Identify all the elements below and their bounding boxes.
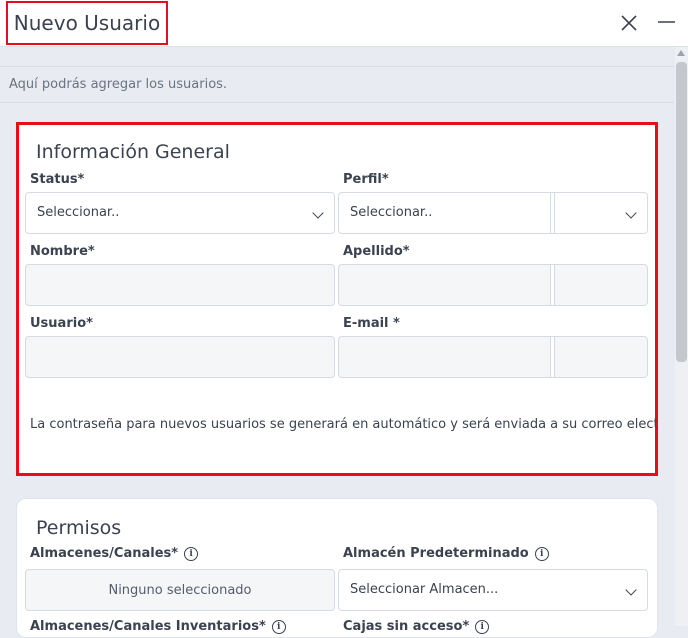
almacen-predeterminado-label-text: Almacén Predeterminado [343, 546, 529, 561]
email-input[interactable] [338, 336, 648, 378]
field-divider [554, 193, 555, 233]
usuario-label: Usuario* [30, 316, 93, 331]
almacenes-multiselect[interactable]: Ninguno seleccionado [25, 569, 335, 611]
nombre-label: Nombre* [30, 244, 95, 259]
info-icon[interactable]: i [271, 619, 286, 634]
general-info-card: Información General Status* Seleccionar.… [16, 122, 658, 476]
apellido-input[interactable] [338, 264, 648, 306]
chevron-down-icon [625, 584, 637, 596]
almacenes-inventarios-label-text: Almacenes/Canales Inventarios* [30, 619, 266, 634]
info-icon[interactable]: i [475, 619, 490, 634]
permisos-title: Permisos [36, 517, 122, 539]
almacen-predeterminado-label: Almacén Predeterminado i [343, 546, 549, 561]
usuario-input[interactable] [25, 336, 335, 378]
perfil-label-text: Perfil* [343, 172, 389, 187]
status-select[interactable]: Seleccionar.. [25, 192, 335, 234]
modal-description: Aquí podrás agregar los usuarios. [0, 66, 674, 103]
almacen-predeterminado-value: Seleccionar Almacen... [350, 582, 499, 597]
modal-title-text: Nuevo Usuario [13, 11, 161, 35]
almacenes-multiselect-value: Ninguno seleccionado [108, 583, 252, 598]
perfil-select[interactable]: Seleccionar.. [338, 192, 648, 234]
email-label: E-mail * [343, 316, 400, 331]
field-divider [554, 337, 555, 377]
permisos-card: Permisos Almacenes/Canales* i Ninguno se… [16, 498, 658, 638]
description-text: Aquí podrás agregar los usuarios. [9, 77, 228, 92]
modal-title: Nuevo Usuario [6, 1, 168, 45]
scrollbar-thumb[interactable] [676, 62, 687, 362]
info-icon[interactable]: i [184, 546, 199, 561]
perfil-select-value: Seleccionar.. [350, 205, 433, 220]
info-icon[interactable]: i [534, 546, 549, 561]
chevron-down-icon [312, 207, 324, 219]
password-note: La contraseña para nuevos usuarios se ge… [30, 417, 658, 432]
usuario-label-text: Usuario* [30, 316, 93, 331]
minimize-icon[interactable] [656, 12, 676, 32]
perfil-label: Perfil* [343, 172, 389, 187]
almacenes-inventarios-label: Almacenes/Canales Inventarios* i [30, 619, 286, 634]
apellido-label-text: Apellido* [343, 244, 410, 259]
status-select-value: Seleccionar.. [37, 205, 120, 220]
modal-header: Nuevo Usuario [0, 0, 688, 47]
scroll-up-arrow-icon[interactable] [677, 50, 685, 56]
close-icon[interactable] [618, 12, 640, 34]
chevron-down-icon [625, 207, 637, 219]
status-label: Status* [30, 172, 84, 187]
cajas-label-text: Cajas sin acceso* [343, 619, 470, 634]
general-info-title: Información General [36, 141, 230, 163]
field-divider [554, 265, 555, 305]
status-label-text: Status* [30, 172, 85, 187]
almacenes-label-text: Almacenes/Canales* [30, 546, 179, 561]
nombre-input[interactable] [25, 264, 335, 306]
almacenes-label: Almacenes/Canales* i [30, 546, 199, 561]
cajas-label: Cajas sin acceso* i [343, 619, 490, 634]
apellido-label: Apellido* [343, 244, 410, 259]
email-label-text: E-mail * [343, 316, 400, 331]
almacen-predeterminado-select[interactable]: Seleccionar Almacen... [338, 569, 648, 611]
nombre-label-text: Nombre* [30, 244, 95, 259]
